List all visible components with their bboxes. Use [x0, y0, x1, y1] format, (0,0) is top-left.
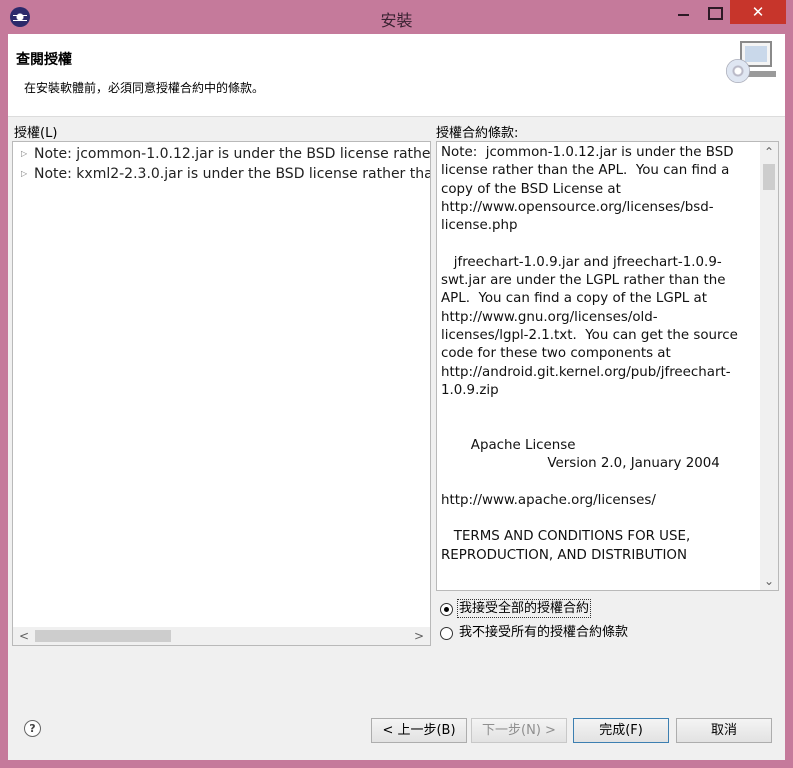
minimize-button[interactable]: [670, 0, 698, 22]
cancel-button[interactable]: 取消: [676, 718, 772, 743]
close-button[interactable]: ✕: [730, 0, 786, 24]
tree-item-label: Note: kxml2-2.3.0.jar is under the BSD l…: [34, 166, 430, 182]
chevron-up-icon[interactable]: ⌃: [760, 143, 778, 161]
scrollbar-thumb[interactable]: [35, 630, 171, 642]
license-text-area[interactable]: Note: jcommon-1.0.12.jar is under the BS…: [436, 141, 779, 591]
license-text: Note: jcommon-1.0.12.jar is under the BS…: [441, 145, 738, 563]
cd-icon: [726, 59, 750, 83]
license-text-label: 授權合約條款:: [436, 126, 519, 141]
wizard-header: 查閱授權 在安裝軟體前，必須同意授權合約中的條款。: [8, 34, 785, 117]
chevron-right-icon[interactable]: >: [410, 627, 428, 645]
tree-item[interactable]: ▷ Note: jcommon-1.0.12.jar is under the …: [13, 144, 431, 164]
finish-button[interactable]: 完成(F): [573, 718, 669, 743]
accept-radio-label[interactable]: 我接受全部的授權合約: [456, 599, 592, 618]
decline-radio-label[interactable]: 我不接受所有的授權合約條款: [458, 623, 629, 643]
next-button[interactable]: 下一步(N) >: [471, 718, 567, 743]
chevron-left-icon[interactable]: <: [15, 627, 33, 645]
help-icon[interactable]: ?: [24, 720, 41, 737]
page-title: 查閱授權: [16, 52, 72, 68]
back-button[interactable]: < 上一步(B): [371, 718, 467, 743]
scrollbar-thumb[interactable]: [763, 164, 775, 190]
install-monitor-cd-icon: [724, 39, 778, 89]
licenses-tree[interactable]: ▷ Note: jcommon-1.0.12.jar is under the …: [12, 141, 431, 646]
maximize-button[interactable]: [700, 0, 728, 22]
page-description: 在安裝軟體前，必須同意授權合約中的條款。: [24, 81, 265, 95]
horizontal-scrollbar[interactable]: < >: [13, 627, 430, 645]
monitor-stand: [748, 71, 776, 77]
chevron-down-icon[interactable]: ⌄: [760, 572, 778, 590]
title-bar[interactable]: 安裝 ✕: [0, 0, 793, 34]
triangle-right-icon[interactable]: ▷: [21, 144, 27, 164]
tree-item[interactable]: ▷ Note: kxml2-2.3.0.jar is under the BSD…: [13, 164, 430, 184]
triangle-right-icon[interactable]: ▷: [21, 164, 27, 184]
radio-accept-circle[interactable]: [440, 603, 453, 616]
tree-item-label: Note: jcommon-1.0.12.jar is under the BS…: [34, 146, 431, 162]
dialog-body: 查閱授權 在安裝軟體前，必須同意授權合約中的條款。 授權(L) ▷ Note: …: [8, 34, 785, 760]
radio-decline-circle[interactable]: [440, 627, 453, 640]
vertical-scrollbar[interactable]: ⌃ ⌄: [760, 142, 778, 590]
licenses-label: 授權(L): [14, 126, 58, 141]
